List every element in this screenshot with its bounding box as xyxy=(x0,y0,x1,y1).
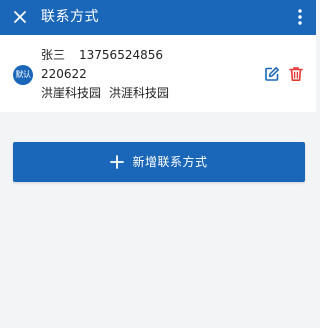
close-button[interactable] xyxy=(8,5,32,29)
app-bar: 联系方式 xyxy=(0,0,316,35)
address-part-2: 洪涯科技园 xyxy=(109,86,170,100)
delete-button[interactable] xyxy=(288,66,304,82)
edit-button[interactable] xyxy=(264,66,280,82)
contact-card[interactable]: 默认 张三 13756524856 220622 洪崖科技园 洪涯科技园 xyxy=(0,35,316,112)
add-contact-button[interactable]: 新增联系方式 xyxy=(13,142,305,182)
page-title: 联系方式 xyxy=(41,9,99,25)
contact-name: 张三 xyxy=(41,48,66,62)
contact-code: 220622 xyxy=(41,67,87,81)
trash-icon xyxy=(289,67,303,81)
default-badge: 默认 xyxy=(13,65,33,85)
contact-address: 洪崖科技园 洪涯科技园 xyxy=(41,85,169,101)
contact-phone: 13756524856 xyxy=(79,48,163,62)
edit-icon xyxy=(265,67,279,81)
more-options-button[interactable] xyxy=(290,6,310,28)
more-vertical-icon xyxy=(298,9,302,25)
address-part-1: 洪崖科技园 xyxy=(41,86,102,100)
close-icon xyxy=(14,11,26,23)
add-contact-label: 新增联系方式 xyxy=(132,155,208,169)
contact-name-phone: 张三 13756524856 xyxy=(41,47,163,63)
plus-icon xyxy=(110,155,125,169)
